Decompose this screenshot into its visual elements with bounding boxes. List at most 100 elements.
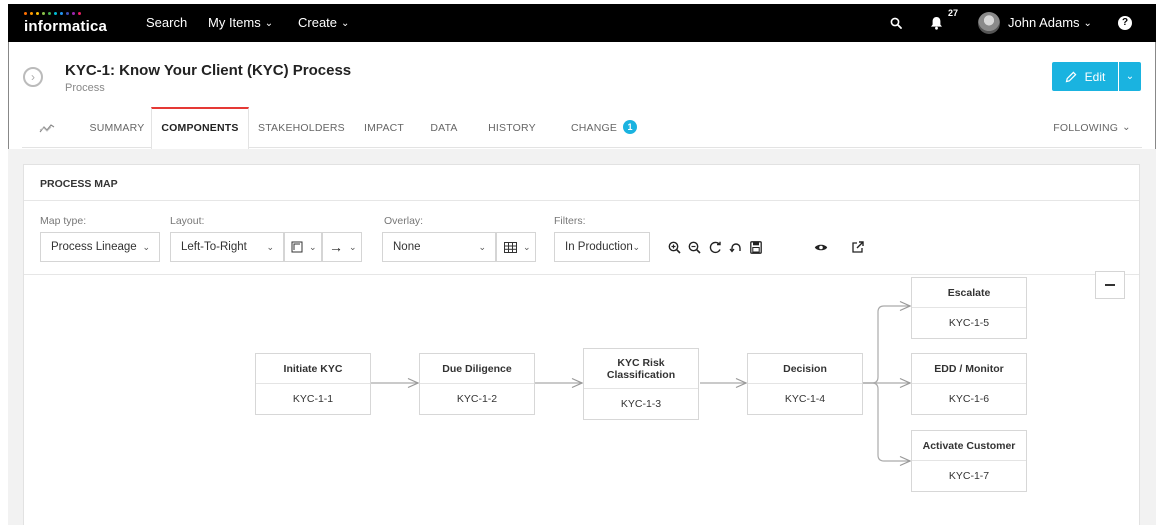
pencil-icon xyxy=(1065,71,1077,82)
collapse-button[interactable] xyxy=(1095,271,1125,299)
user-menu[interactable]: John Adams ⌄ xyxy=(1008,4,1092,42)
tab-change[interactable]: CHANGE 1 xyxy=(566,107,642,148)
chevron-down-icon: ⌄ xyxy=(1122,122,1131,133)
logo-text: informatica xyxy=(24,18,108,35)
map-type-value: Process Lineage xyxy=(51,241,137,253)
node-title: KYC Risk Classification xyxy=(584,349,698,389)
chevron-down-icon: ⌄ xyxy=(142,242,150,252)
top-navigation-bar: informatica Search My Items ⌄ Create ⌄ 27 … xyxy=(8,4,1156,42)
zoom-out-icon[interactable] xyxy=(684,233,704,261)
change-count-badge: 1 xyxy=(623,120,638,134)
overlay-label: Overlay: xyxy=(384,215,424,227)
edit-options-button[interactable]: ⌄ xyxy=(1119,62,1141,91)
overlay-value: None xyxy=(393,241,421,253)
layout-select[interactable]: Left-To-Right ⌄ xyxy=(170,232,284,262)
node-title: Activate Customer xyxy=(912,431,1026,461)
arrow-right-icon: → xyxy=(329,239,343,255)
chevron-down-icon: ⌄ xyxy=(632,242,640,252)
tab-history[interactable]: HISTORY xyxy=(488,107,536,148)
tab-bar: SUMMARY COMPONENTS STAKEHOLDERS IMPACT D… xyxy=(22,107,1142,149)
user-name: John Adams xyxy=(1008,15,1080,30)
chevron-down-icon: ⌄ xyxy=(523,241,531,252)
expand-circle-icon[interactable]: › xyxy=(23,67,43,87)
filters-select[interactable]: In Production ⌄ xyxy=(554,232,650,262)
save-icon[interactable] xyxy=(746,233,766,261)
tab-data[interactable]: DATA xyxy=(426,107,462,148)
filters-label: Filters: xyxy=(554,215,586,227)
chevron-down-icon: ⌄ xyxy=(309,241,317,252)
node-id: KYC-1-1 xyxy=(292,393,334,405)
chevron-down-icon: ⌄ xyxy=(264,18,274,29)
direction-select[interactable]: → ⌄ xyxy=(322,232,362,262)
minus-icon xyxy=(1105,284,1115,286)
process-node-activate-customer[interactable]: Activate Customer KYC-1-7 xyxy=(911,430,1027,492)
tab-summary[interactable]: SUMMARY xyxy=(82,107,152,148)
open-external-icon[interactable] xyxy=(847,233,868,261)
node-title: Initiate KYC xyxy=(256,354,370,384)
filters-value: In Production xyxy=(565,241,633,253)
nav-search[interactable]: Search xyxy=(146,4,187,42)
following-menu[interactable]: FOLLOWING ⌄ xyxy=(1052,107,1132,148)
process-node-escalate[interactable]: Escalate KYC-1-5 xyxy=(911,277,1027,339)
process-node-decision[interactable]: Decision KYC-1-4 xyxy=(747,353,863,415)
panel-title: PROCESS MAP xyxy=(40,178,118,190)
process-node-edd-monitor[interactable]: EDD / Monitor KYC-1-6 xyxy=(911,353,1027,415)
overlay-select[interactable]: None ⌄ xyxy=(382,232,496,262)
chevron-down-icon: ⌄ xyxy=(349,241,357,252)
logo-dots xyxy=(24,12,81,16)
chevron-down-icon: ⌄ xyxy=(341,18,350,29)
following-label: FOLLOWING xyxy=(1053,122,1119,134)
informatica-logo[interactable]: informatica xyxy=(24,10,114,36)
node-title: EDD / Monitor xyxy=(912,354,1026,384)
node-id: KYC-1-6 xyxy=(948,393,990,405)
chevron-down-icon: ⌄ xyxy=(266,242,274,252)
tab-stakeholders[interactable]: STAKEHOLDERS xyxy=(258,107,345,148)
node-title: Due Diligence xyxy=(420,354,534,384)
map-divider xyxy=(24,274,1139,275)
layout-shape-icon xyxy=(285,233,309,261)
nav-create[interactable]: Create ⌄ xyxy=(298,4,349,42)
table-grid-icon xyxy=(497,233,523,261)
node-id: KYC-1-5 xyxy=(948,317,990,329)
node-id: KYC-1-2 xyxy=(456,393,498,405)
notifications-bell-icon[interactable] xyxy=(926,4,946,42)
help-icon[interactable]: ? xyxy=(1118,16,1132,30)
map-toolbar xyxy=(662,232,768,262)
eye-icon[interactable] xyxy=(810,233,831,261)
overlay-grid-select[interactable]: ⌄ xyxy=(496,232,536,262)
layout-shape-select[interactable]: ⌄ xyxy=(284,232,322,262)
refresh-icon[interactable] xyxy=(705,233,725,261)
tab-components[interactable]: COMPONENTS xyxy=(151,107,249,149)
process-node-initiate-kyc[interactable]: Initiate KYC KYC-1-1 xyxy=(255,353,371,415)
edit-button-label: Edit xyxy=(1084,69,1106,84)
node-id: KYC-1-7 xyxy=(948,470,990,482)
chevron-down-icon: ⌄ xyxy=(478,242,486,252)
tab-change-label: CHANGE xyxy=(570,122,618,134)
notifications-count: 27 xyxy=(948,8,959,18)
trend-icon[interactable] xyxy=(32,107,62,148)
node-id: KYC-1-4 xyxy=(784,393,826,405)
layout-label: Layout: xyxy=(170,215,205,227)
nav-create-label: Create xyxy=(298,15,338,30)
search-icon[interactable] xyxy=(886,4,906,42)
undo-icon[interactable] xyxy=(725,233,745,261)
page-subtitle: Process xyxy=(65,82,105,94)
zoom-in-icon[interactable] xyxy=(664,233,684,261)
view-toolbar xyxy=(810,232,868,262)
node-title: Decision xyxy=(748,354,862,384)
nav-my-items-label: My Items xyxy=(208,15,261,30)
tab-impact[interactable]: IMPACT xyxy=(360,107,408,148)
avatar[interactable] xyxy=(978,12,1000,34)
chevron-down-icon: ⌄ xyxy=(1083,18,1092,29)
nav-my-items[interactable]: My Items ⌄ xyxy=(208,4,273,42)
node-id: KYC-1-3 xyxy=(620,398,662,410)
edit-button[interactable]: Edit xyxy=(1052,62,1118,91)
node-title: Escalate xyxy=(912,278,1026,308)
process-node-due-diligence[interactable]: Due Diligence KYC-1-2 xyxy=(419,353,535,415)
chevron-down-icon: ⌄ xyxy=(1125,71,1135,82)
map-type-select[interactable]: Process Lineage ⌄ xyxy=(40,232,160,262)
map-type-label: Map type: xyxy=(40,215,87,227)
panel-header: PROCESS MAP xyxy=(24,165,1139,201)
process-node-kyc-risk-classification[interactable]: KYC Risk Classification KYC-1-3 xyxy=(583,348,699,420)
layout-value: Left-To-Right xyxy=(181,241,247,253)
